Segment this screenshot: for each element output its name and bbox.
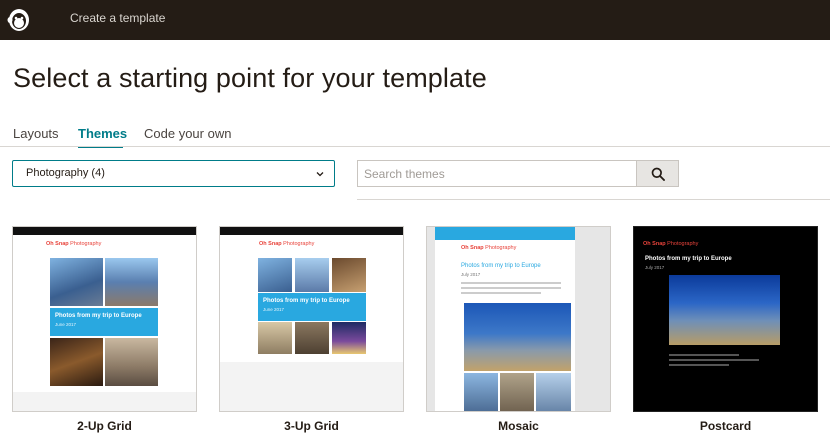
preview-brand: Oh Snap Photography [46,241,102,247]
theme-label-2-up-grid[interactable]: 2-Up Grid [12,419,197,433]
preview-header-bar [220,227,403,235]
filter-divider [357,199,830,200]
preview-headline: Photos from my trip to Europe [263,298,350,304]
preview-date: June 2017 [263,307,285,312]
preview-header-bar [435,227,575,240]
preview-date: July 2017 [461,272,481,277]
preview-body: Oh Snap Photography Photos from my trip … [435,227,575,411]
preview-photo [258,258,292,292]
search-themes-input[interactable] [357,160,637,187]
preview-brand: Oh Snap Photography [259,241,315,247]
search-icon [651,167,665,181]
preview-photo [50,338,103,386]
preview-photo [500,373,534,411]
preview-footer [13,392,196,411]
preview-banner: Photos from my trip to Europe June 2017 [258,293,366,321]
chevron-down-icon [316,172,324,177]
search-button[interactable] [636,160,679,187]
tab-themes[interactable]: Themes [78,126,127,141]
preview-headline: Photos from my trip to Europe [645,256,732,262]
theme-label-postcard[interactable]: Postcard [633,419,818,433]
category-select[interactable]: Photography (4) [12,160,335,187]
preview-date: July 2017 [645,265,665,270]
preview-photo [464,373,498,411]
preview-photo [669,275,780,345]
theme-card-3-up-grid[interactable]: Oh Snap Photography Photos from my trip … [219,226,404,412]
preview-photo [536,373,571,411]
preview-photo [464,303,571,371]
preview-photo [50,258,103,306]
preview-photo [295,258,329,292]
category-select-value: Photography (4) [26,167,105,179]
mailchimp-logo-icon[interactable] [6,5,32,33]
tab-layouts[interactable]: Layouts [13,126,59,141]
theme-card-2-up-grid[interactable]: Oh Snap Photography Photos from my trip … [12,226,197,412]
preview-date: June 2017 [55,322,77,327]
preview-headline: Photos from my trip to Europe [55,313,142,319]
preview-headline: Photos from my trip to Europe [461,263,541,269]
preview-photo [332,322,366,354]
theme-card-postcard[interactable]: Oh Snap Photography Photos from my trip … [633,226,818,412]
preview-photo [295,322,329,354]
preview-photo [258,322,292,354]
preview-photo [105,338,158,386]
preview-photo [105,258,158,306]
page-title: Select a starting point for your templat… [13,63,487,93]
preview-brand: Oh Snap Photography [461,245,517,251]
preview-banner: Photos from my trip to Europe June 2017 [50,308,158,336]
tab-code-your-own[interactable]: Code your own [144,126,231,141]
topbar-title: Create a template [70,11,166,25]
preview-header-bar [13,227,196,235]
theme-card-mosaic[interactable]: Oh Snap Photography Photos from my trip … [426,226,611,412]
top-bar: Create a template [0,0,830,40]
tabs-divider [0,146,830,147]
theme-label-3-up-grid[interactable]: 3-Up Grid [219,419,404,433]
preview-photo [332,258,366,292]
preview-brand: Oh Snap Photography [643,241,699,247]
preview-footer [220,362,403,411]
theme-label-mosaic[interactable]: Mosaic [426,419,611,433]
